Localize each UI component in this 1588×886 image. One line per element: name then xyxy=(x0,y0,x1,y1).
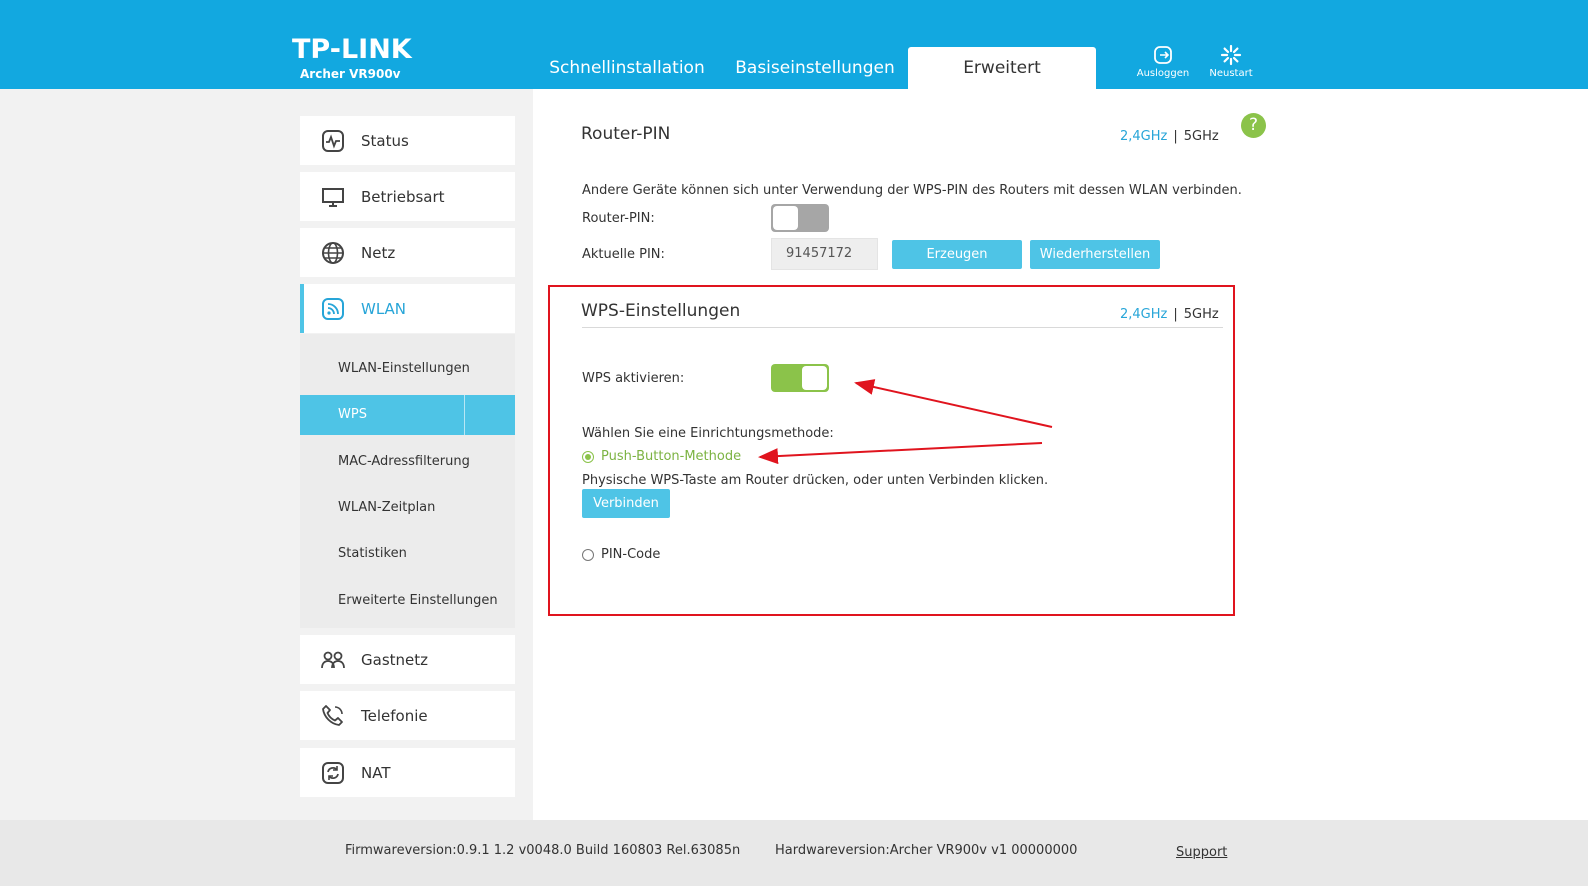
logout-icon xyxy=(1154,46,1172,64)
annotation-box xyxy=(548,285,1235,616)
monitor-icon xyxy=(320,184,346,210)
globe-icon xyxy=(320,240,346,266)
support-link[interactable]: Support xyxy=(1176,845,1227,860)
sidebar-item-wlan[interactable]: WLAN xyxy=(300,284,515,333)
restart-icon xyxy=(1220,44,1242,66)
band-2-4ghz-link[interactable]: 2,4GHz xyxy=(1120,129,1167,144)
generate-pin-button[interactable]: Erzeugen xyxy=(892,240,1022,269)
submenu-wlan-zeitplan[interactable]: WLAN-Zeitplan xyxy=(300,488,515,528)
router-pin-title: Router-PIN xyxy=(581,124,671,144)
sidebar-item-label: Netz xyxy=(361,243,396,262)
sidebar-item-telefonie[interactable]: Telefonie xyxy=(300,691,515,740)
sidebar-item-nat[interactable]: NAT xyxy=(300,748,515,797)
tab-erweitert[interactable]: Erweitert xyxy=(908,47,1096,89)
router-pin-description: Andere Geräte können sich unter Verwendu… xyxy=(582,183,1242,198)
restart-button[interactable]: Neustart xyxy=(1201,44,1261,79)
submenu-mac-adressfilterung[interactable]: MAC-Adressfilterung xyxy=(300,442,515,482)
top-header: TP-LINK Archer VR900v Schnellinstallatio… xyxy=(0,0,1588,89)
sidebar-item-label: NAT xyxy=(361,763,391,782)
model-name: Archer VR900v xyxy=(300,67,401,81)
sidebar-item-label: Status xyxy=(361,131,409,150)
nat-icon xyxy=(320,760,346,786)
footer: Firmwareversion:0.9.1 1.2 v0048.0 Build … xyxy=(0,820,1588,886)
help-button[interactable]: ? xyxy=(1241,113,1266,138)
sidebar-item-betriebsart[interactable]: Betriebsart xyxy=(300,172,515,221)
submenu-wps[interactable]: WPS xyxy=(300,395,515,435)
router-pin-band-switch: 2,4GHz | 5GHz xyxy=(1120,129,1219,144)
submenu-wlan-einstellungen[interactable]: WLAN-Einstellungen xyxy=(300,349,515,389)
restore-pin-button[interactable]: Wiederherstellen xyxy=(1030,240,1160,269)
sidebar-item-label: Gastnetz xyxy=(361,650,429,669)
logout-label: Ausloggen xyxy=(1136,68,1190,79)
current-pin-label: Aktuelle PIN: xyxy=(582,247,665,262)
tab-basiseinstellungen[interactable]: Basiseinstellungen xyxy=(728,47,902,89)
sidebar-item-label: Telefonie xyxy=(361,706,428,725)
restart-label: Neustart xyxy=(1209,68,1253,79)
sidebar-item-label: Betriebsart xyxy=(361,187,445,206)
sidebar-item-netz[interactable]: Netz xyxy=(300,228,515,277)
current-pin-field[interactable]: 91457172 xyxy=(771,238,878,270)
submenu-statistiken[interactable]: Statistiken xyxy=(300,534,515,574)
tab-schnellinstallation[interactable]: Schnellinstallation xyxy=(537,47,717,89)
router-pin-toggle-label: Router-PIN: xyxy=(582,211,655,226)
phone-icon xyxy=(320,703,346,729)
sidebar-item-status[interactable]: Status xyxy=(300,116,515,165)
guests-icon xyxy=(320,647,346,673)
status-icon xyxy=(320,128,346,154)
firmware-version: Firmwareversion:0.9.1 1.2 v0048.0 Build … xyxy=(345,843,741,858)
toggle-knob xyxy=(773,206,798,230)
brand-logo: TP-LINK xyxy=(292,34,412,65)
hardware-version: Hardwareversion:Archer VR900v v1 0000000… xyxy=(775,843,1078,858)
router-pin-toggle[interactable] xyxy=(771,204,829,232)
band-5ghz-link[interactable]: 5GHz xyxy=(1184,129,1219,144)
wifi-icon xyxy=(320,296,346,322)
logout-button[interactable]: Ausloggen xyxy=(1133,44,1193,79)
sidebar-item-label: WLAN xyxy=(361,299,407,318)
band-separator: | xyxy=(1173,129,1178,144)
submenu-erweiterte-einstellungen[interactable]: Erweiterte Einstellungen xyxy=(300,581,515,621)
sidebar-item-gastnetz[interactable]: Gastnetz xyxy=(300,635,515,684)
